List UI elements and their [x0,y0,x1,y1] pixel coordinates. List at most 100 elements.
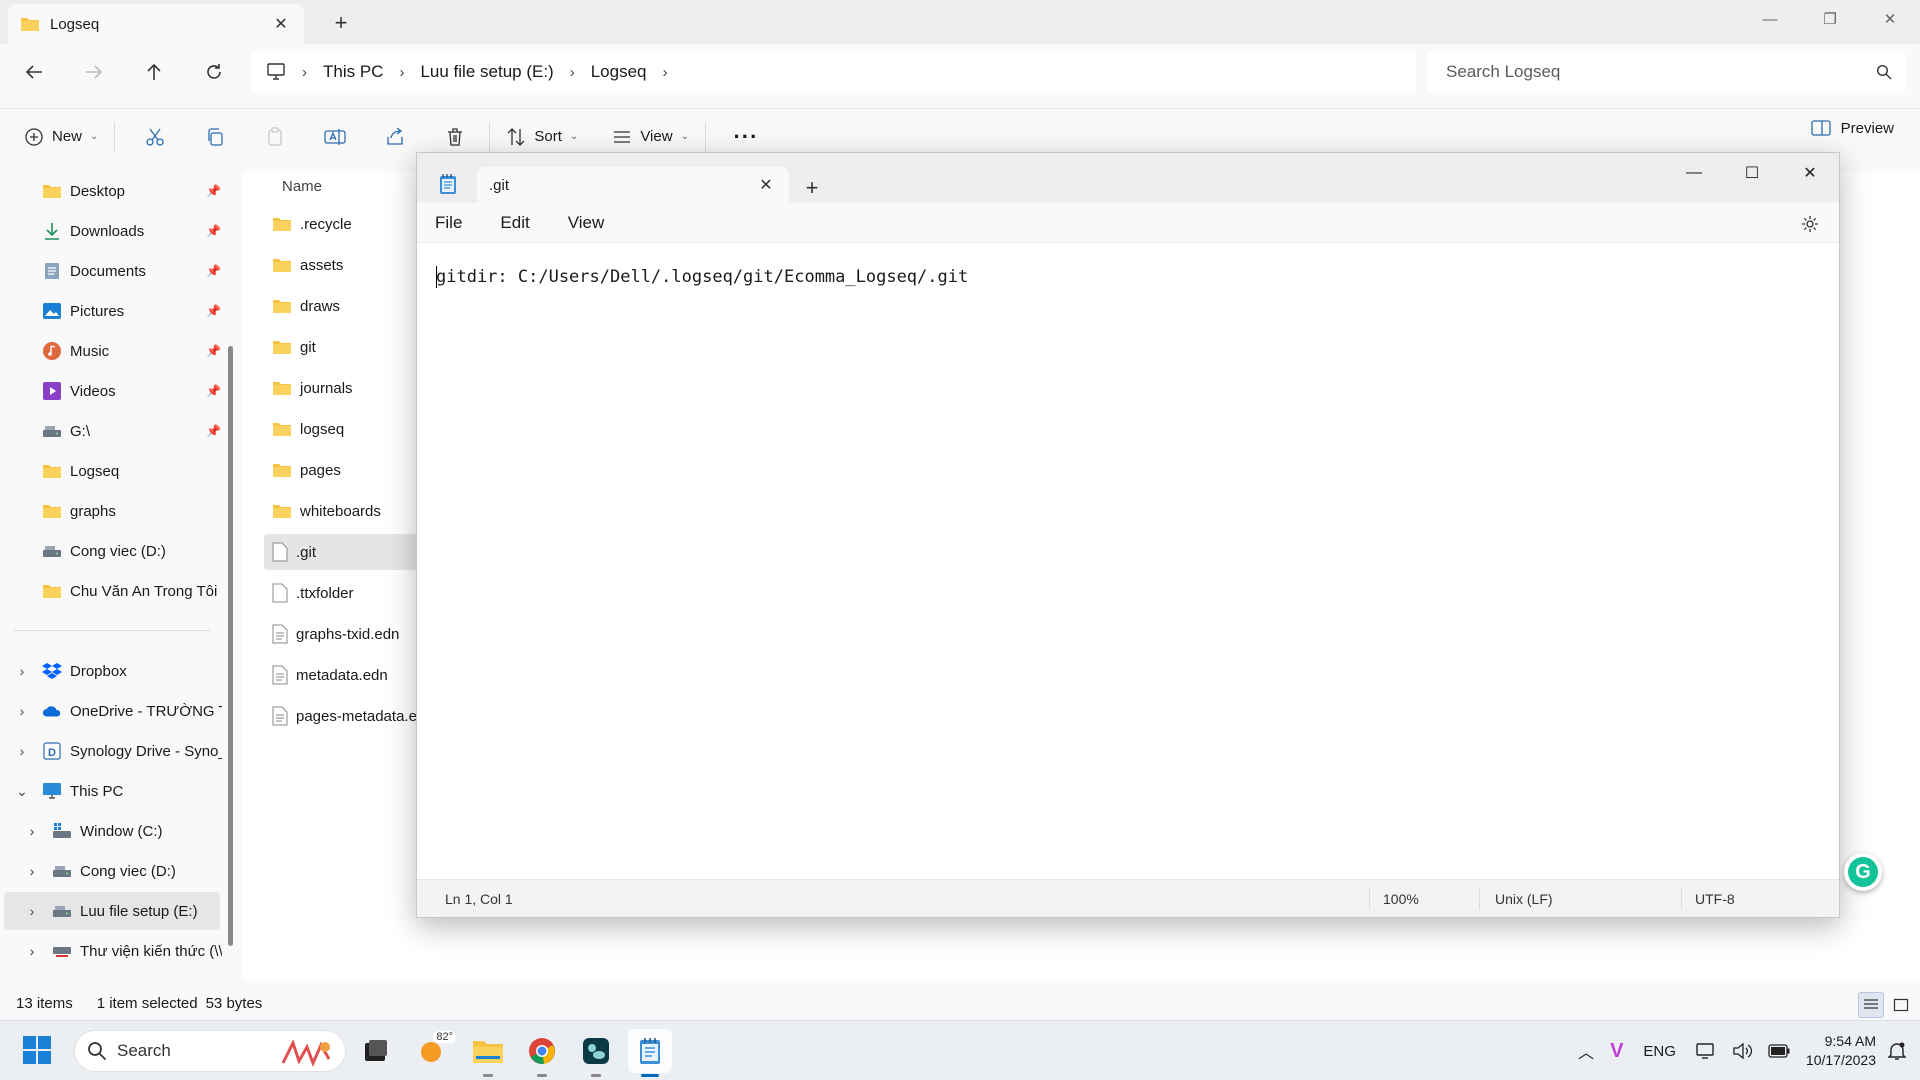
nav-item-synology[interactable]: D Synology Drive - Syno_ [42,732,222,770]
share-button[interactable] [375,117,415,157]
taskbar-app-file-explorer[interactable] [466,1029,510,1077]
nav-item-desktop[interactable]: Desktop 📌 [42,172,222,210]
taskbar-search[interactable]: Search [74,1030,346,1072]
nav-item-dropbox[interactable]: Dropbox [42,652,222,690]
nav-item-documents[interactable]: Documents 📌 [42,252,222,290]
taskbar-app-notepad[interactable] [628,1029,672,1077]
start-button[interactable] [22,1035,52,1065]
nav-item-cong-viec-d[interactable]: Cong viec (D:) [52,852,222,890]
nav-item-onedrive[interactable]: OneDrive - TRƯỜNG TH [42,692,222,730]
menu-edit[interactable]: Edit [488,207,541,239]
maximize-button[interactable]: ☐ [1723,153,1781,193]
nav-item-pictures[interactable]: Pictures 📌 [42,292,222,330]
new-button[interactable]: New ⌄ [14,117,108,157]
close-tab-icon[interactable]: ✕ [270,13,292,35]
breadcrumb-this-pc[interactable]: This PC [323,62,383,82]
scrollbar-thumb[interactable] [228,346,233,946]
network-icon[interactable] [1688,1031,1724,1071]
minimize-button[interactable]: — [1740,0,1800,38]
nav-item-luu-file-setup[interactable]: Luu file setup (E:) [52,892,222,930]
nav-item-g-drive[interactable]: G:\ 📌 [42,412,222,450]
menu-view[interactable]: View [556,207,617,239]
collapse-chevron-icon[interactable]: ⌄ [14,772,30,810]
back-button[interactable] [14,54,54,90]
file-explorer-icon [473,1041,503,1063]
pin-icon[interactable]: 📌 [206,424,222,438]
expand-chevron-icon[interactable]: › [24,932,40,970]
show-hidden-icons-button[interactable]: ︿ [1570,1031,1602,1071]
taskbar-app-chrome[interactable] [520,1029,564,1077]
copy-button[interactable] [195,117,235,157]
pin-icon[interactable]: 📌 [206,184,222,198]
nav-item-graphs[interactable]: graphs [42,492,222,530]
pin-icon[interactable]: 📌 [206,304,222,318]
nav-item-downloads[interactable]: Downloads 📌 [42,212,222,250]
expand-chevron-icon[interactable]: › [24,892,40,930]
folder-icon [42,581,62,601]
close-button[interactable]: ✕ [1860,0,1920,38]
pin-icon[interactable]: 📌 [206,344,222,358]
text-editor[interactable]: gitdir: C:/Users/Dell/.logseq/git/Ecomma… [417,244,1839,879]
menu-file[interactable]: File [423,207,474,239]
nav-item-chu-van-an[interactable]: Chu Văn An Trong Tôi [42,572,222,610]
paste-button[interactable] [255,117,295,157]
breadcrumb[interactable]: › This PC › Luu file setup (E:) › Logseq… [252,52,1416,92]
pin-icon[interactable]: 📌 [206,224,222,238]
battery-icon[interactable] [1760,1031,1798,1071]
nav-item-this-pc[interactable]: This PC [42,772,222,810]
breadcrumb-drive[interactable]: Luu file setup (E:) [420,62,553,82]
nav-scrollbar[interactable] [228,172,234,980]
breadcrumb-folder[interactable]: Logseq [591,62,647,82]
restore-button[interactable]: ❐ [1800,0,1860,38]
nav-item-thu-vien[interactable]: Thư viện kiến thức (\\ [52,932,222,970]
expand-chevron-icon[interactable]: › [14,652,30,690]
notepad-new-tab-button[interactable]: + [797,173,827,203]
expand-chevron-icon[interactable]: › [14,732,30,770]
column-header-name[interactable]: Name [282,178,322,195]
minimize-button[interactable]: — [1665,153,1723,193]
view-label: View [640,128,673,145]
running-indicator [591,1074,601,1077]
language-indicator[interactable]: ENG [1631,1031,1688,1071]
grammarly-button[interactable]: G [1844,853,1882,891]
view-button[interactable]: View ⌄ [602,117,699,157]
delete-button[interactable] [435,117,475,157]
settings-button[interactable] [1797,211,1823,237]
taskbar-app-weather[interactable]: 82° [410,1029,456,1073]
preview-button[interactable]: Preview [1810,119,1894,137]
expand-chevron-icon[interactable]: › [24,852,40,890]
close-tab-icon[interactable]: ✕ [755,174,777,196]
pin-icon[interactable]: 📌 [206,384,222,398]
tiles-view-button[interactable] [1888,992,1914,1018]
expand-chevron-icon[interactable]: › [14,692,30,730]
nav-item-logseq[interactable]: Logseq [42,452,222,490]
notification-bell-icon[interactable] [1884,1031,1920,1071]
explorer-tab[interactable]: Logseq ✕ [8,4,304,44]
forward-button[interactable] [74,54,114,90]
nav-item-videos[interactable]: Videos 📌 [42,372,222,410]
notepad-tab[interactable]: .git ✕ [477,167,789,203]
nav-item-cong-viec[interactable]: Cong viec (D:) [42,532,222,570]
expand-chevron-icon[interactable]: › [24,812,40,850]
refresh-button[interactable] [194,54,234,90]
rename-button[interactable] [315,117,355,157]
up-button[interactable] [134,54,174,90]
new-tab-button[interactable]: + [328,10,354,36]
more-options-button[interactable]: ··· [726,117,766,157]
volume-icon[interactable] [1724,1031,1760,1071]
nav-item-window-c[interactable]: Window (C:) [52,812,222,850]
close-button[interactable]: ✕ [1781,153,1839,193]
sort-button[interactable]: Sort ⌄ [496,117,588,157]
pin-icon[interactable]: 📌 [206,264,222,278]
details-view-button[interactable] [1858,992,1884,1018]
taskbar-app-task-view[interactable] [354,1029,398,1073]
chevron-right-icon[interactable]: › [657,64,674,81]
cut-button[interactable] [135,117,175,157]
clock[interactable]: 9:54 AM 10/17/2023 [1798,1032,1884,1070]
new-label: New [52,128,83,145]
search-input[interactable]: Search Logseq [1428,52,1906,92]
vpn-tray-icon[interactable]: V [1602,1031,1631,1071]
nav-item-music[interactable]: Music 📌 [42,332,222,370]
nav-label: G:\ [70,422,91,440]
taskbar-app-logseq[interactable] [574,1029,618,1077]
